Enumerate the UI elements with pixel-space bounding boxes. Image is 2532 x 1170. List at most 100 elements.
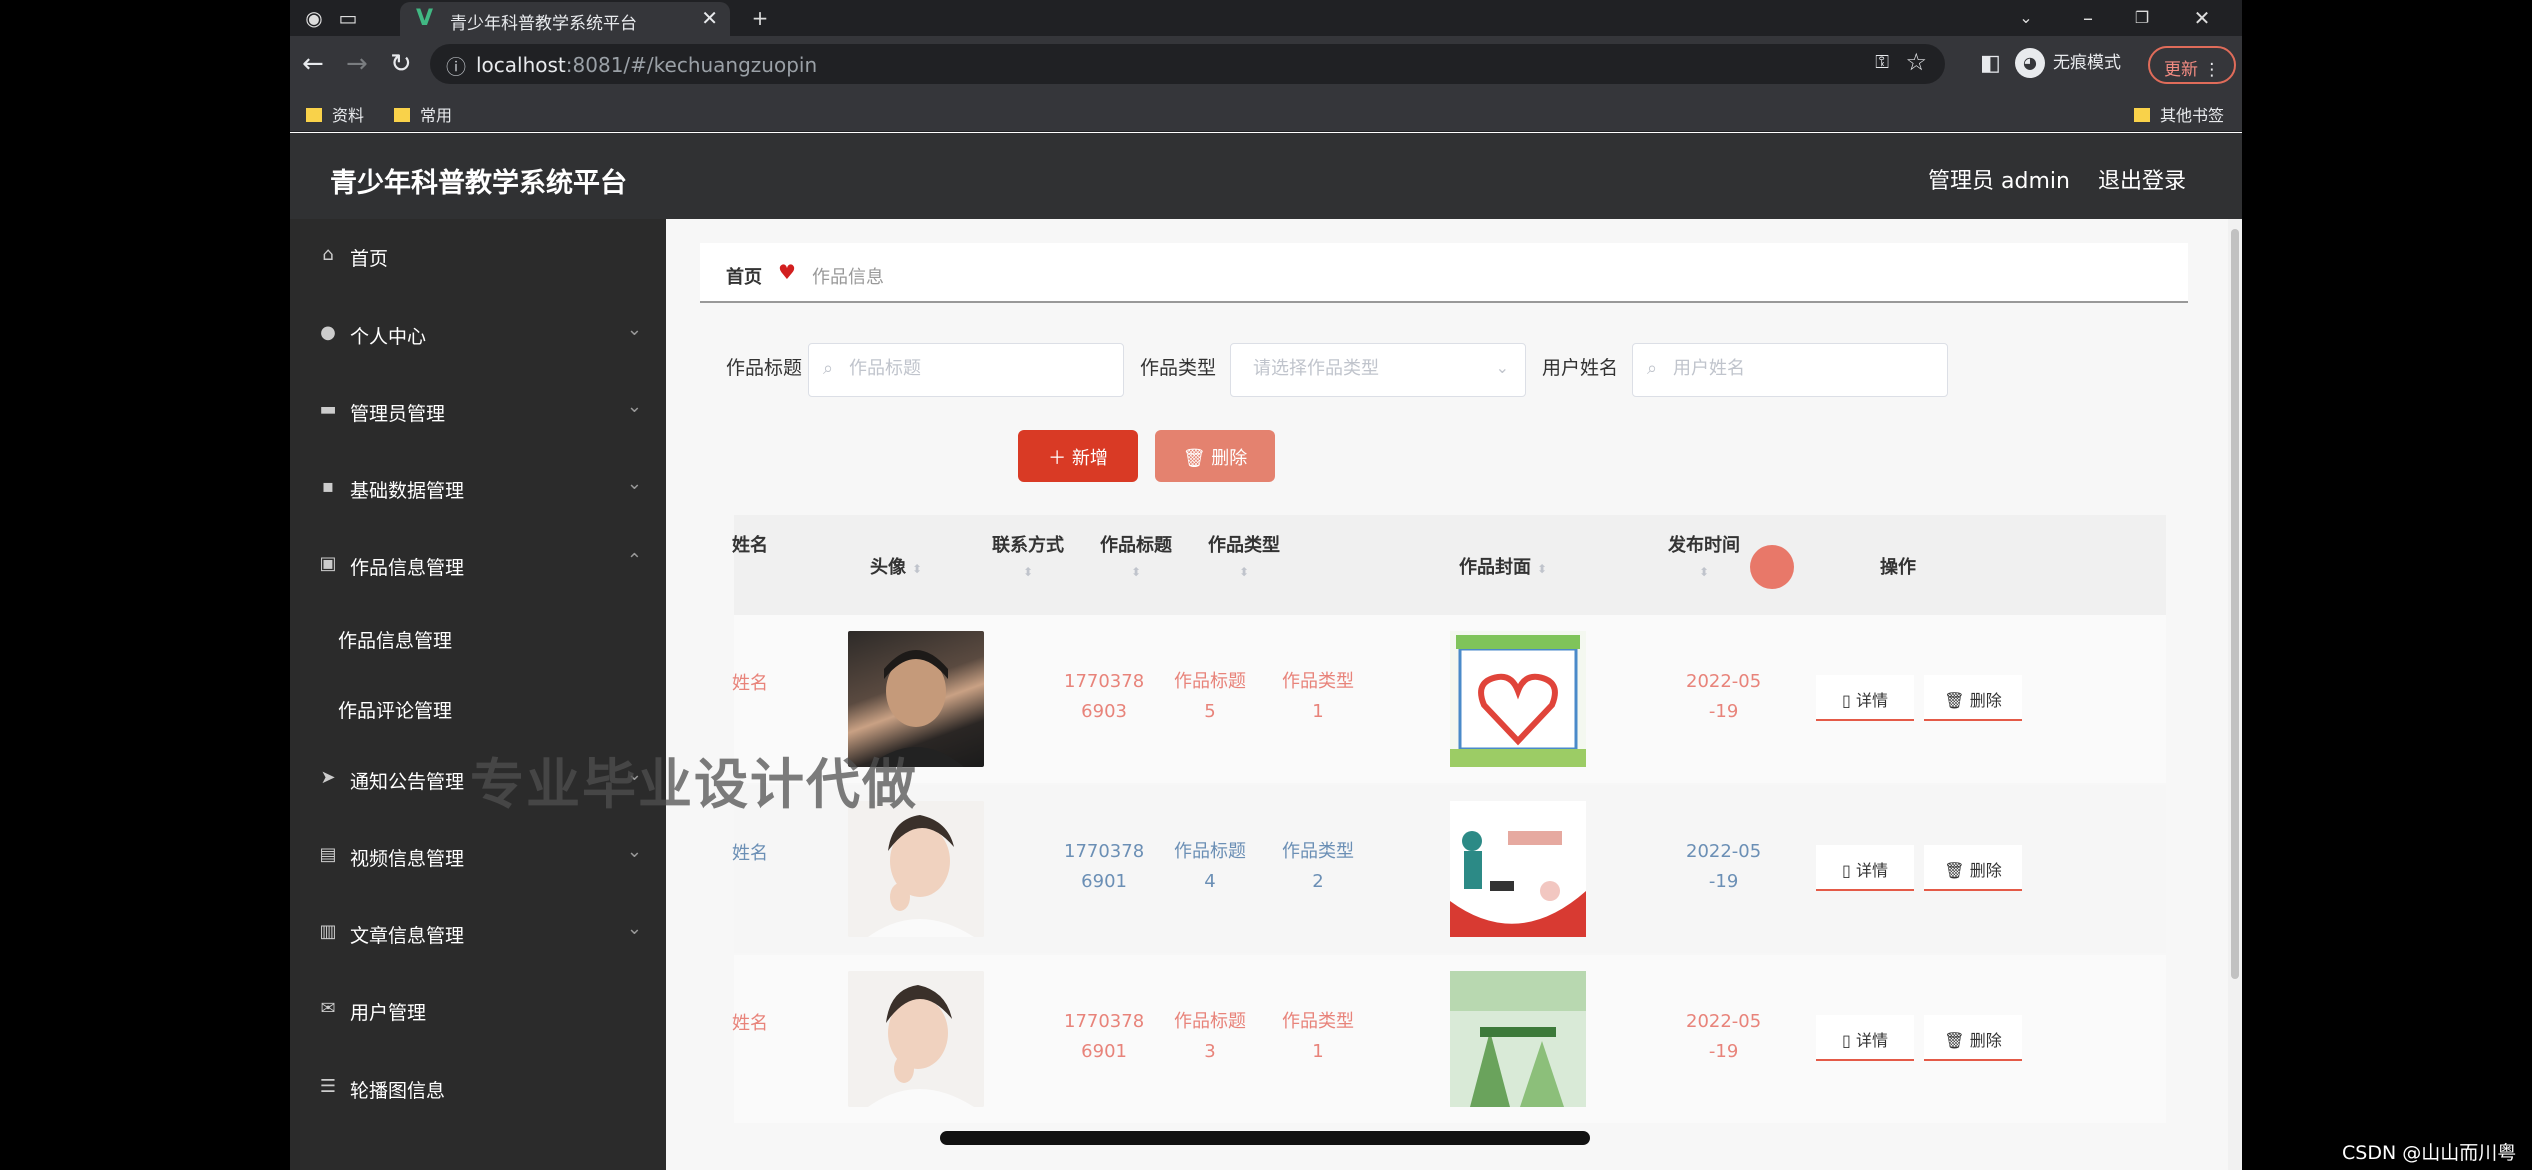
sidebar-item-label: 视频信息管理	[350, 848, 465, 870]
back-icon[interactable]: ←	[302, 50, 324, 78]
incognito-indicator[interactable]: ◕ 无痕模式	[2015, 48, 2121, 78]
app-title: 青少年科普教学系统平台	[330, 168, 627, 199]
update-button[interactable]: 更新 ⋮	[2148, 46, 2236, 84]
sidebar-item-base-data[interactable]: ▪ 基础数据管理 ⌄	[290, 459, 666, 519]
header-cover[interactable]: 作品封面 ⬍	[1459, 553, 1547, 579]
document-icon: ▯	[1842, 691, 1851, 710]
sidebar-item-label: 文章信息管理	[350, 925, 465, 947]
logout-link[interactable]: 退出登录	[2098, 163, 2186, 195]
sidebar-item-personal-center[interactable]: ● 个人中心 ⌄	[290, 305, 666, 365]
header-type-label: 作品类型	[1208, 535, 1280, 556]
bookmark-folder-changyong[interactable]: 常用	[394, 102, 452, 126]
window-icon[interactable]: ▭	[336, 6, 360, 30]
side-panel-icon[interactable]: ◧	[1980, 50, 2001, 78]
sidebar-item-works-management[interactable]: ▣ 作品信息管理 ⌃	[290, 536, 666, 596]
tab-search-icon[interactable]: ◉	[302, 6, 326, 30]
contact-line: 1770378	[1064, 1011, 1145, 1032]
header-name[interactable]: 姓名	[732, 531, 768, 557]
name-search-field[interactable]	[1673, 358, 1893, 379]
bookmark-folder-ziliao[interactable]: 资料	[306, 102, 364, 126]
title-line: 5	[1204, 701, 1216, 722]
header-contact[interactable]: 联系方式 ⬍	[992, 531, 1064, 579]
detail-button[interactable]: ▯ 详情	[1816, 675, 1914, 721]
type-select-field[interactable]	[1253, 358, 1459, 379]
sidebar-item-label: 个人中心	[350, 326, 427, 348]
sort-icon: ⬍	[1698, 565, 1710, 579]
restore-icon[interactable]: ❐	[2130, 6, 2154, 30]
breadcrumb-home[interactable]: 首页	[726, 263, 762, 289]
detail-button[interactable]: ▯ 详情	[1816, 1015, 1914, 1061]
row-delete-label: 删除	[1969, 691, 2002, 710]
delete-label: 删除	[1211, 448, 1248, 469]
cell-contact: 1770378 6903	[1064, 667, 1144, 727]
sidebar-item-label: 轮播图信息	[350, 1080, 446, 1102]
sidebar-item-video-management[interactable]: ▤ 视频信息管理 ⌄	[290, 827, 666, 887]
type-select[interactable]: ⌄	[1230, 343, 1526, 397]
browser-window: ◉ ▭ V 青少年科普教学系统平台 ✕ + ⌄ – ❐ ✕ ← → ↻ ⓘ lo…	[290, 0, 2242, 1170]
detail-button[interactable]: ▯ 详情	[1816, 845, 1914, 891]
row-delete-button[interactable]: 🗑 删除	[1924, 845, 2022, 891]
cell-publish-time: 2022-05 -19	[1686, 1007, 1761, 1067]
sidebar-item-carousel[interactable]: ☰ 轮播图信息	[290, 1059, 666, 1119]
other-bookmarks[interactable]: 其他书签	[2134, 102, 2224, 126]
bookmark-star-icon[interactable]: ☆	[1905, 48, 1927, 76]
header-title[interactable]: 作品标题 ⬍	[1100, 531, 1172, 579]
address-bar-row: ← → ↻ ⓘ localhost:8081/#/kechuangzuopin …	[290, 36, 2242, 94]
minimize-icon[interactable]: –	[2076, 6, 2100, 30]
document-icon: ▥	[319, 921, 337, 942]
tab-list-icon[interactable]: ⌄	[2014, 6, 2038, 30]
touch-indicator	[1750, 545, 1794, 589]
browser-tab[interactable]: V 青少年科普教学系统平台 ✕	[400, 2, 730, 36]
name-search-input[interactable]: ⌕	[1632, 343, 1948, 397]
date-line: 2022-05	[1686, 841, 1762, 862]
add-button[interactable]: ＋ 新增	[1018, 430, 1138, 482]
breadcrumb-current: 作品信息	[812, 267, 884, 288]
site-info-icon[interactable]: ⓘ	[446, 51, 466, 80]
row-delete-button[interactable]: 🗑 删除	[1924, 1015, 2022, 1061]
url-field[interactable]: ⓘ localhost:8081/#/kechuangzuopin ⚿ ☆	[430, 44, 1945, 84]
page-scrollbar[interactable]	[2228, 219, 2242, 1170]
batch-delete-button[interactable]: 🗑 删除	[1155, 430, 1275, 482]
header-contact-label: 联系方式	[992, 535, 1064, 556]
detail-label: 详情	[1855, 1031, 1888, 1050]
window-close-icon[interactable]: ✕	[2190, 6, 2214, 30]
title-search-field[interactable]	[849, 358, 1069, 379]
sidebar-item-admin-management[interactable]: ▬ 管理员管理 ⌄	[290, 382, 666, 442]
scrollbar-thumb[interactable]	[2231, 229, 2239, 979]
header-publish-time[interactable]: 发布时间 ⬍	[1668, 531, 1740, 579]
bookmarks-bar: 资料 常用 其他书签	[290, 94, 2242, 132]
header-avatar[interactable]: 头像 ⬍	[870, 553, 922, 579]
cell-name: 姓名	[732, 843, 768, 864]
new-tab-icon[interactable]: +	[748, 6, 772, 30]
reload-icon[interactable]: ↻	[390, 50, 412, 78]
chat-icon: ▣	[319, 553, 337, 574]
date-line: 2022-05	[1686, 1011, 1762, 1032]
submenu-item-label: 作品信息管理	[338, 630, 453, 652]
tab-close-icon[interactable]: ✕	[701, 6, 718, 30]
folder-icon	[394, 108, 410, 122]
chevron-down-icon: ⌄	[626, 473, 642, 494]
password-key-icon[interactable]: ⚿	[1875, 52, 1889, 73]
sort-icon: ⬍	[1130, 565, 1142, 579]
title-line: 作品标题	[1174, 841, 1246, 862]
cell-title: 作品标题 3	[1174, 1007, 1246, 1067]
title-search-input[interactable]: ⌕	[808, 343, 1124, 397]
search-icon: ⌕	[823, 358, 834, 379]
add-label: 新增	[1071, 448, 1108, 469]
sidebar-item-label: 用户管理	[350, 1002, 427, 1024]
avatar-image	[848, 801, 984, 937]
plus-icon: ＋	[1048, 448, 1067, 469]
cell-title: 作品标题 4	[1174, 837, 1246, 897]
forward-icon[interactable]: →	[346, 50, 368, 78]
sidebar-item-user-management[interactable]: ✉ 用户管理	[290, 981, 666, 1041]
submenu-item-works-info[interactable]: 作品信息管理	[290, 610, 666, 666]
search-icon: ⌕	[1647, 358, 1658, 379]
header-type[interactable]: 作品类型 ⬍	[1208, 531, 1280, 579]
sidebar-item-article-management[interactable]: ▥ 文章信息管理 ⌄	[290, 904, 666, 964]
submenu-item-works-comments[interactable]: 作品评论管理	[290, 680, 666, 736]
sidebar-item-home[interactable]: ⌂ 首页	[290, 227, 666, 287]
trash-icon: 🗑	[1944, 691, 1965, 710]
home-indicator	[940, 1131, 1590, 1145]
row-delete-button[interactable]: 🗑 删除	[1924, 675, 2022, 721]
document-icon: ▯	[1842, 1031, 1851, 1050]
